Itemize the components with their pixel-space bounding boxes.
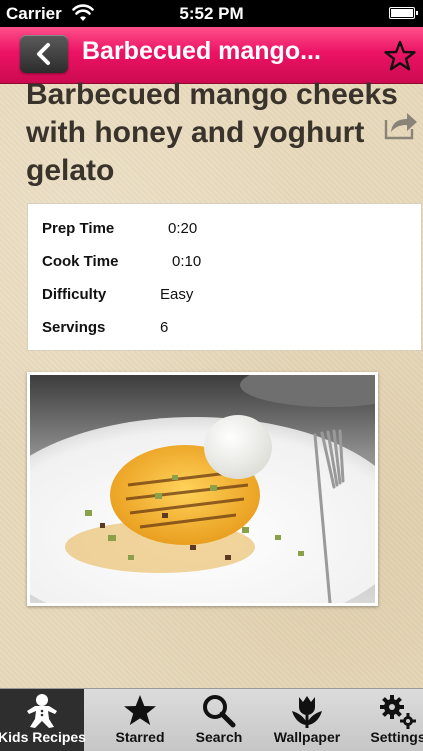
servings-value: 6 [160, 319, 169, 336]
gingerbread-man-icon [27, 694, 57, 728]
recipe-title: Barbecued mango cheeks with honey and yo… [26, 78, 398, 187]
battery-icon [389, 7, 418, 19]
star-icon [124, 695, 156, 725]
tab-wallpaper[interactable]: Wallpaper [265, 689, 349, 751]
star-outline-icon[interactable] [383, 39, 417, 73]
chevron-left-icon [37, 43, 50, 65]
difficulty-value: Easy [160, 286, 194, 303]
tab-bar: Kids Recipes Starred Search Wallpaper Se… [0, 688, 423, 751]
tab-kids-recipes[interactable]: Kids Recipes [0, 689, 86, 751]
tab-wallpaper-label: Wallpaper [273, 729, 341, 745]
recipe-photo[interactable] [27, 372, 378, 606]
prep-time-value: 0:20 [168, 220, 198, 237]
magnifier-icon [203, 695, 236, 728]
status-bar: Carrier 5:52 PM [0, 0, 423, 27]
tab-search-label: Search [195, 729, 243, 745]
back-button[interactable] [20, 35, 68, 73]
recipe-info-card: Prep Time 0:20 Cook Time 0:10 Difficulty… [27, 203, 422, 351]
tab-search[interactable]: Search [177, 689, 261, 751]
tab-settings[interactable]: Settings [356, 689, 423, 751]
tab-settings-label: Settings [370, 729, 423, 745]
food-photo-illustration [30, 375, 375, 603]
clock: 5:52 PM [179, 4, 244, 23]
tulip-icon [292, 696, 322, 728]
prep-time-label: Prep Time [42, 220, 115, 237]
share-icon[interactable] [383, 110, 419, 140]
nav-title: Barbecued mango... [82, 37, 321, 65]
cook-time-value: 0:10 [172, 253, 202, 270]
gears-icon [380, 695, 416, 729]
tab-kids-recipes-label: Kids Recipes [0, 729, 86, 745]
tab-starred[interactable]: Starred [98, 689, 182, 751]
servings-label: Servings [42, 319, 106, 336]
difficulty-label: Difficulty [42, 286, 107, 303]
cook-time-label: Cook Time [42, 253, 119, 270]
